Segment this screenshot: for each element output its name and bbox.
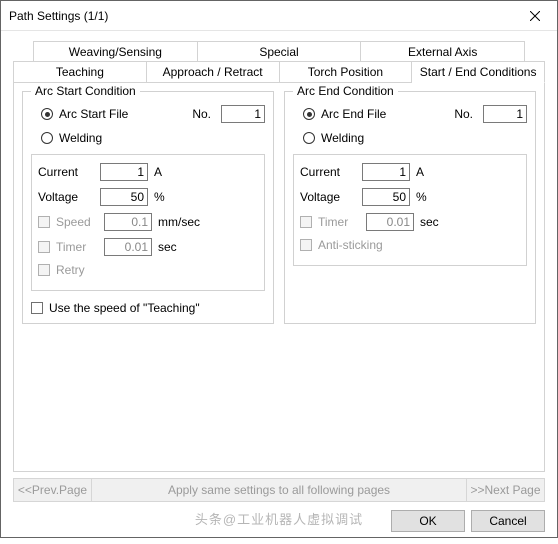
arc-start-welding-radio[interactable] (41, 132, 53, 144)
window-title: Path Settings (1/1) (9, 9, 512, 23)
prev-page-button[interactable]: <<Prev.Page (14, 479, 92, 501)
arc-start-file-radio[interactable] (41, 108, 53, 120)
arc-start-voltage-input[interactable]: 50 (100, 188, 148, 206)
next-page-button[interactable]: >>Next Page (467, 479, 545, 501)
arc-start-current-unit: A (154, 165, 162, 179)
arc-end-welding-label: Welding (321, 131, 364, 145)
arc-end-timer-input: 0.01 (366, 213, 414, 231)
arc-start-group: Arc Start Condition Arc Start File No. 1 (22, 91, 274, 324)
arc-start-timer-unit: sec (158, 240, 177, 254)
arc-start-speed-checkbox (38, 216, 50, 228)
arc-end-timer-label: Timer (318, 215, 366, 229)
tab-approach-retract[interactable]: Approach / Retract (147, 61, 280, 82)
arc-end-voltage-input[interactable]: 50 (362, 188, 410, 206)
arc-end-group: Arc End Condition Arc End File No. 1 Wel… (284, 91, 536, 324)
tab-start-end-conditions[interactable]: Start / End Conditions (412, 61, 545, 83)
arc-start-welding-block: Current 1 A Voltage 50 % Speed 0.1 (31, 154, 265, 291)
ok-button[interactable]: OK (391, 510, 465, 532)
page-nav: <<Prev.Page Apply same settings to all f… (13, 478, 545, 502)
arc-end-voltage-unit: % (416, 190, 427, 204)
tab-external-axis[interactable]: External Axis (361, 41, 525, 62)
tab-special[interactable]: Special (198, 41, 362, 62)
arc-end-current-unit: A (416, 165, 424, 179)
arc-start-speed-label: Speed (56, 215, 104, 229)
arc-start-current-label: Current (38, 165, 100, 179)
arc-start-current-input[interactable]: 1 (100, 163, 148, 181)
arc-start-retry-label: Retry (56, 263, 85, 277)
titlebar: Path Settings (1/1) (1, 1, 557, 31)
arc-end-current-label: Current (300, 165, 362, 179)
arc-start-timer-input: 0.01 (104, 238, 152, 256)
arc-start-timer-checkbox (38, 241, 50, 253)
arc-end-no-label: No. (454, 107, 473, 121)
arc-start-welding-label: Welding (59, 131, 102, 145)
arc-end-timer-checkbox (300, 216, 312, 228)
arc-start-retry-checkbox (38, 264, 50, 276)
cancel-button[interactable]: Cancel (471, 510, 545, 532)
use-teaching-speed-label: Use the speed of "Teaching" (49, 301, 200, 315)
arc-end-current-input[interactable]: 1 (362, 163, 410, 181)
arc-start-no-label: No. (192, 107, 211, 121)
apply-all-button[interactable]: Apply same settings to all following pag… (92, 479, 467, 501)
tab-teaching[interactable]: Teaching (13, 61, 147, 82)
arc-end-welding-block: Current 1 A Voltage 50 % Timer 0.01 (293, 154, 527, 266)
arc-end-legend: Arc End Condition (293, 84, 398, 98)
arc-end-antistick-checkbox (300, 239, 312, 251)
arc-start-speed-unit: mm/sec (158, 215, 200, 229)
arc-start-voltage-label: Voltage (38, 190, 100, 204)
arc-start-voltage-unit: % (154, 190, 165, 204)
arc-end-file-radio[interactable] (303, 108, 315, 120)
arc-end-no-input[interactable]: 1 (483, 105, 527, 123)
close-button[interactable] (512, 1, 557, 30)
arc-start-legend: Arc Start Condition (31, 84, 140, 98)
use-teaching-speed-checkbox[interactable] (31, 302, 43, 314)
tab-torch-position[interactable]: Torch Position (280, 61, 413, 82)
arc-end-timer-unit: sec (420, 215, 439, 229)
arc-start-file-label: Arc Start File (59, 107, 128, 121)
arc-start-timer-label: Timer (56, 240, 104, 254)
tab-panel: Arc Start Condition Arc Start File No. 1 (13, 82, 545, 472)
tab-weaving-sensing[interactable]: Weaving/Sensing (33, 41, 198, 62)
arc-start-no-input[interactable]: 1 (221, 105, 265, 123)
arc-end-antistick-label: Anti-sticking (318, 238, 383, 252)
arc-end-welding-radio[interactable] (303, 132, 315, 144)
arc-end-file-label: Arc End File (321, 107, 386, 121)
arc-start-speed-input: 0.1 (104, 213, 152, 231)
arc-end-voltage-label: Voltage (300, 190, 362, 204)
close-icon (530, 11, 540, 21)
